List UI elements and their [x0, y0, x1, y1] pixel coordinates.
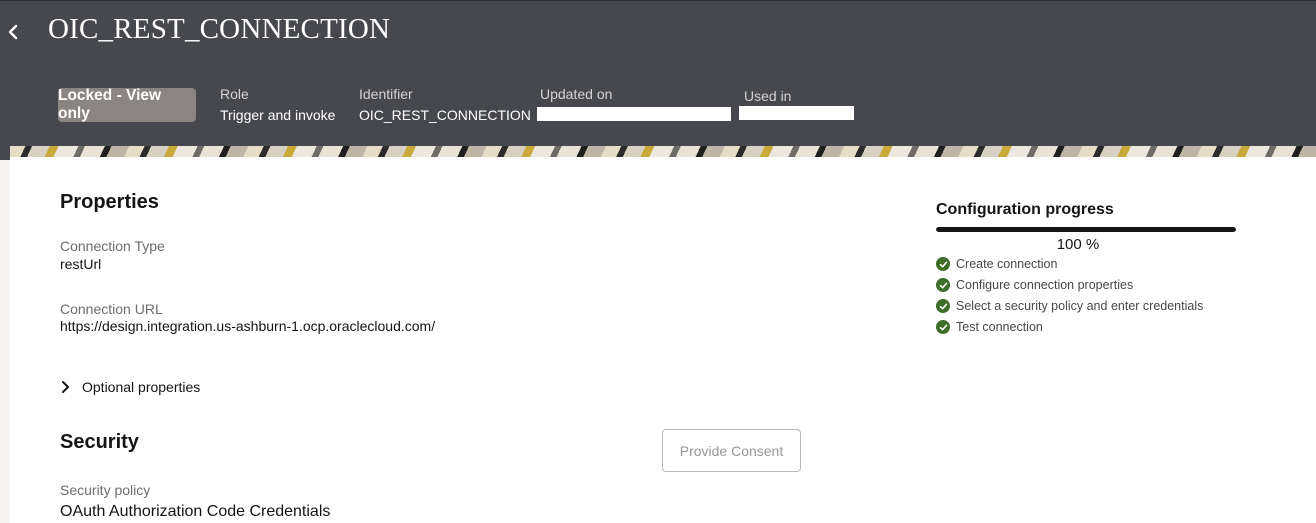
locked-status-badge: Locked - View only [58, 87, 196, 122]
used-in-value-redacted [739, 106, 854, 120]
check-circle-icon [936, 320, 950, 334]
identifier-value: OIC_REST_CONNECTION [359, 107, 531, 123]
progress-step: Create connection [936, 257, 1057, 271]
security-policy-value: OAuth Authorization Code Credentials [60, 503, 331, 520]
progress-step: Select a security policy and enter crede… [936, 299, 1203, 313]
page-title: OIC_REST_CONNECTION [48, 13, 391, 45]
progress-step: Test connection [936, 320, 1043, 334]
updated-on-value-redacted [537, 107, 731, 121]
progress-step-label: Create connection [956, 257, 1058, 271]
configuration-progress-heading: Configuration progress [936, 201, 1114, 218]
check-circle-icon [936, 278, 950, 292]
back-button[interactable] [2, 19, 24, 45]
security-heading: Security [60, 431, 139, 453]
page-header: OIC_REST_CONNECTION Locked - View only R… [0, 0, 1316, 160]
progress-step-label: Select a security policy and enter crede… [956, 299, 1204, 313]
connection-url-value: https://design.integration.us-ashburn-1.… [60, 318, 436, 334]
provide-consent-button[interactable]: Provide Consent [662, 429, 801, 472]
chevron-left-icon [8, 24, 18, 40]
connection-type-value: restUrl [60, 256, 102, 272]
progress-step: Configure connection properties [936, 278, 1133, 292]
properties-heading: Properties [60, 191, 159, 213]
chevron-right-icon [62, 381, 69, 393]
configuration-progress-fill [936, 227, 1236, 232]
identifier-label: Identifier [359, 86, 413, 102]
role-value: Trigger and invoke [220, 107, 336, 123]
configuration-progress-bar [936, 227, 1236, 232]
progress-step-label: Test connection [956, 320, 1043, 334]
optional-properties-toggle[interactable]: Optional properties [60, 377, 200, 397]
connection-type-label: Connection Type [60, 238, 165, 254]
connection-url-label: Connection URL [60, 301, 163, 317]
used-in-label: Used in [744, 88, 792, 104]
check-circle-icon [936, 257, 950, 271]
configuration-progress-percent: 100 % [1056, 236, 1100, 253]
progress-step-label: Configure connection properties [956, 278, 1134, 292]
security-policy-label: Security policy [60, 482, 151, 498]
updated-on-label: Updated on [540, 86, 613, 102]
optional-properties-label: Optional properties [82, 379, 201, 395]
role-label: Role [220, 86, 249, 102]
check-circle-icon [936, 299, 950, 313]
